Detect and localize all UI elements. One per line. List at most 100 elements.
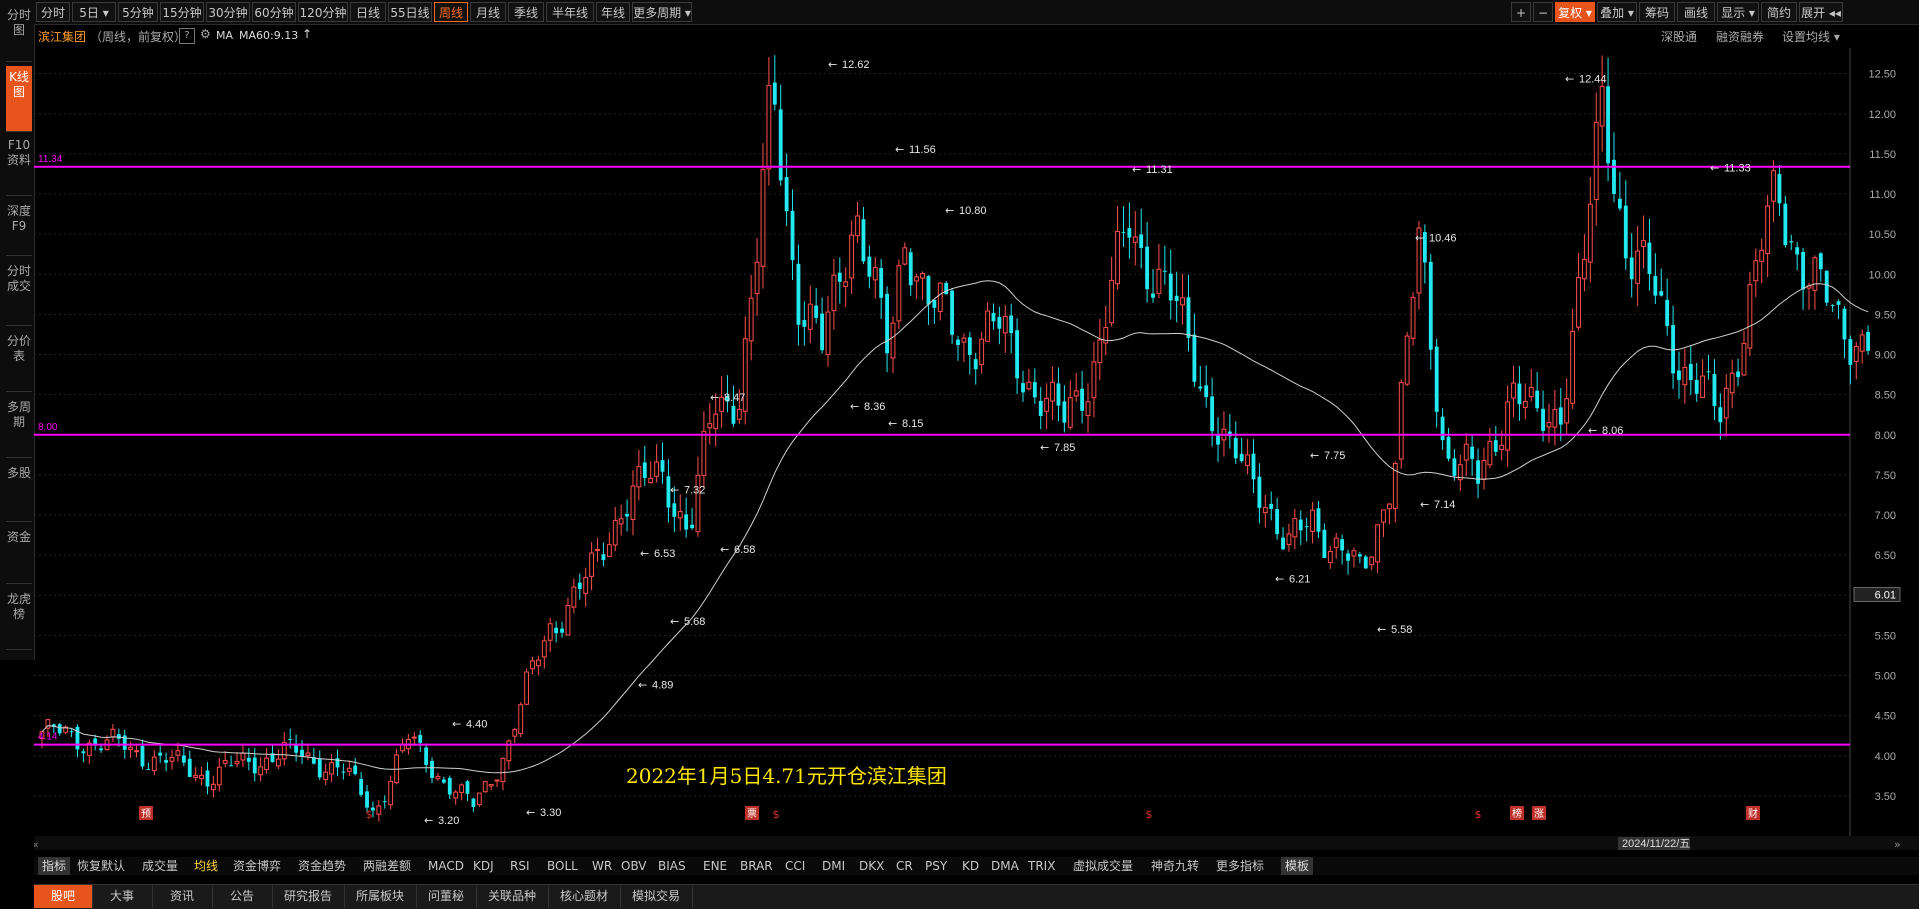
period-button-8[interactable]: 55日线 [388,2,432,22]
left-nav-item-0[interactable]: 分时图 [6,4,32,62]
bottom-tab-0[interactable]: 股吧 [34,885,93,908]
left-nav-item-6[interactable]: 多周期 [6,396,32,458]
candle-body [973,359,978,370]
candle-body [1511,382,1516,399]
period-button-12[interactable]: 半年线 [546,2,594,22]
stock-name[interactable]: 滨江集团 [38,28,86,45]
toolbar-right-button-0[interactable]: + [1511,2,1531,22]
candle-body [1257,476,1262,508]
indicator-26[interactable]: 更多指标 [1216,857,1264,875]
toolbar-right-button-7[interactable]: 简约 [1761,2,1797,22]
bottom-tab-1[interactable]: 大事 [92,885,153,908]
toolbar-right-button-2[interactable]: 复权 ▾ [1555,2,1595,22]
link-hk-connect[interactable]: 深股通 [1661,28,1697,45]
candle-body [565,604,571,636]
y-tick-label: 10.00 [1868,269,1896,281]
period-button-13[interactable]: 年线 [596,2,630,22]
bottom-tab-5[interactable]: 所属板块 [344,885,417,908]
indicator-13[interactable]: BIAS [658,857,686,875]
indicator-3[interactable]: 均线 [194,857,218,875]
period-button-11[interactable]: 季线 [508,2,544,22]
period-button-10[interactable]: 月线 [470,2,506,22]
indicator-24[interactable]: 虚拟成交量 [1073,857,1133,875]
period-button-14[interactable]: 更多周期 ▾ [632,2,692,22]
indicator-4[interactable]: 资金博弈 [233,857,281,875]
scroll-right-icon[interactable]: » [1894,838,1901,851]
candle-body [1830,305,1835,307]
left-nav-item-3[interactable]: 深度F9 [6,200,32,256]
bottom-tab-8[interactable]: 核心题材 [548,885,621,908]
indicator-bar: 指标 恢复默认 成交量 均线 资金博弈 资金趋势 两融差额 MACD KDJ RSI BOLL WR O… [34,857,1919,875]
link-margin-trading[interactable]: 融资融券 [1716,28,1764,45]
kline-chart[interactable]: 12.50 12.00 11.50 11.00 10.50 10.00 9.50 9.00 8.… [34,48,1919,856]
candle-body [937,282,943,313]
set-ma-dropdown[interactable]: 设置均线 ▾ [1782,28,1840,45]
indicator-16[interactable]: CCI [785,857,805,875]
toolbar-right-button-5[interactable]: 画线 [1677,2,1715,22]
indicator-11[interactable]: WR [592,857,612,875]
indicator-22[interactable]: DMA [991,857,1019,875]
indicator-18[interactable]: DKX [859,857,884,875]
toolbar-right-button-6[interactable]: 显示 ▾ [1717,2,1759,22]
indicator-21[interactable]: KD [962,857,979,875]
candle-body [1629,257,1634,280]
scroll-left-icon[interactable]: « [34,838,39,851]
left-nav-item-2[interactable]: F10资料 [6,134,32,196]
left-nav-item-7[interactable]: 多股 [6,462,32,522]
indicator-20[interactable]: PSY [925,857,947,875]
candle-body [677,511,683,519]
toolbar-right-button-1[interactable]: − [1533,2,1553,22]
bottom-tab-9[interactable]: 模拟交易 [620,885,693,908]
indicator-10[interactable]: BOLL [547,857,578,875]
left-nav-item-5[interactable]: 分价表 [6,330,32,392]
indicator-2[interactable]: 成交量 [142,857,178,875]
toolbar-right-button-4[interactable]: 筹码 [1639,2,1675,22]
candle-body [1753,260,1759,282]
bottom-tab-7[interactable]: 关联品种 [476,885,549,908]
period-button-1[interactable]: 5日 ▾ [72,2,116,22]
candle-body [346,767,352,772]
toolbar-right-button-8[interactable]: 展开 ◂◂ [1799,2,1843,22]
indicator-27[interactable]: 模板 [1281,857,1314,875]
indicator-8[interactable]: KDJ [473,857,494,875]
price-annotation: 5.68 [684,616,705,628]
indicator-25[interactable]: 神奇九转 [1151,857,1199,875]
candle-body [672,503,677,517]
period-button-3[interactable]: 15分钟 [160,2,204,22]
candle-body [997,316,1002,329]
indicator-6[interactable]: 两融差额 [363,857,411,875]
left-nav-item-9[interactable]: 龙虎榜 [6,588,32,650]
bottom-tab-3[interactable]: 公告 [212,885,273,908]
help-icon[interactable]: ? [179,28,195,44]
indicator-23[interactable]: TRIX [1028,857,1055,875]
period-button-5[interactable]: 60分钟 [252,2,296,22]
indicator-9[interactable]: RSI [510,857,530,875]
indicator-7[interactable]: MACD [428,857,464,875]
period-button-0[interactable]: 分时 [36,2,70,22]
candle-body [1132,236,1138,243]
gear-icon[interactable]: ⚙ [200,27,211,41]
indicator-14[interactable]: ENE [703,857,727,875]
indicator-19[interactable]: CR [896,857,913,875]
bottom-tab-6[interactable]: 问董秘 [416,885,477,908]
period-button-6[interactable]: 120分钟 [298,2,348,22]
toolbar-right-button-3[interactable]: 叠加 ▾ [1597,2,1637,22]
candle-body [1801,252,1806,290]
indicator-1[interactable]: 恢复默认 [77,857,125,875]
indicator-0[interactable]: 指标 [38,857,71,875]
candle-body [1245,454,1250,466]
left-nav-item-4[interactable]: 分时成交 [6,260,32,326]
indicator-12[interactable]: OBV [621,857,647,875]
indicator-5[interactable]: 资金趋势 [298,857,346,875]
left-nav-item-1[interactable]: K线图 [6,66,32,132]
bottom-tab-4[interactable]: 研究报告 [272,885,345,908]
indicator-15[interactable]: BRAR [740,857,773,875]
bottom-tab-2[interactable]: 资讯 [152,885,213,908]
period-button-4[interactable]: 30分钟 [206,2,250,22]
period-button-2[interactable]: 5分钟 [118,2,158,22]
candle-body [252,757,257,774]
period-button-7[interactable]: 日线 [350,2,386,22]
indicator-17[interactable]: DMI [822,857,845,875]
left-nav-item-8[interactable]: 资金 [6,526,32,584]
period-button-9[interactable]: 周线 [434,2,468,22]
